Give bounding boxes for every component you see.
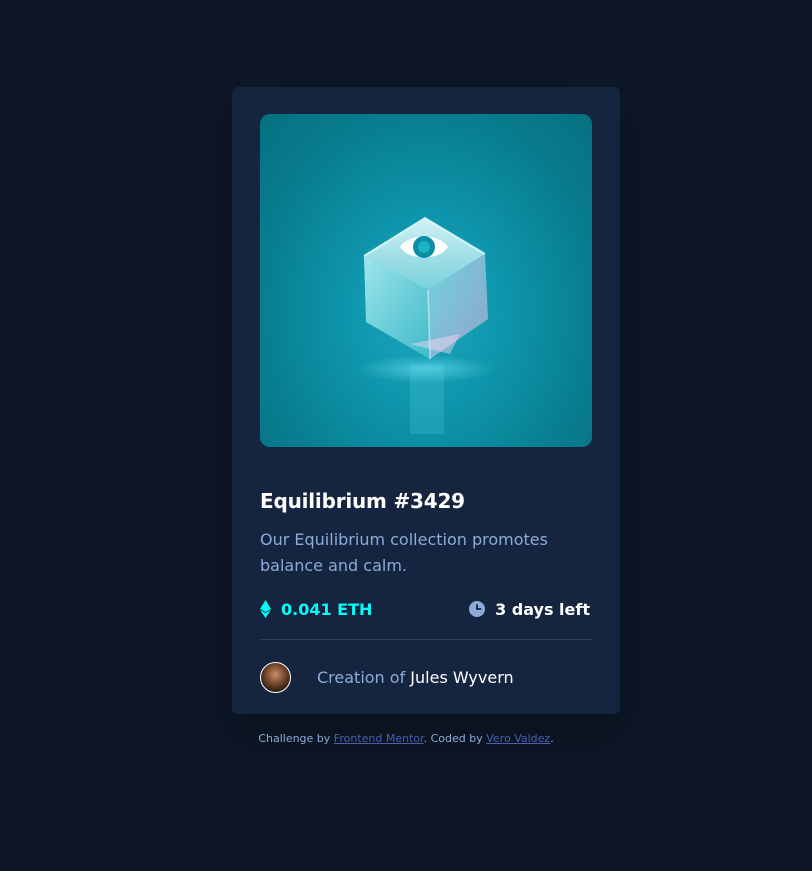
frontend-mentor-link[interactable]: Frontend Mentor	[334, 732, 424, 745]
attribution-middle: . Coded by	[423, 732, 483, 745]
avatar	[260, 662, 291, 693]
nft-title[interactable]: Equilibrium #3429	[260, 489, 465, 513]
ethereum-icon	[260, 600, 271, 618]
attribution-prefix: Challenge by	[258, 732, 331, 745]
nft-description: Our Equilibrium collection promotes bala…	[260, 530, 548, 575]
vero-valdez-link[interactable]: Vero Valdez	[486, 732, 550, 745]
clock-icon	[469, 601, 486, 617]
creator-text: Creation of Jules Wyvern	[317, 668, 514, 687]
divider	[260, 639, 592, 640]
attribution: Challenge by Frontend Mentor. Coded by V…	[0, 732, 812, 745]
nft-card: Equilibrium #3429 Our Equilibrium collec…	[232, 87, 620, 714]
creator-name-link[interactable]: Jules Wyvern	[410, 668, 513, 687]
nft-meta: 0.041 ETH 3 days left	[260, 597, 590, 621]
nft-image[interactable]	[260, 114, 592, 447]
creator-prefix: Creation of	[317, 668, 406, 687]
price-value: 0.041 ETH	[281, 599, 373, 619]
time-left-value: 3 days left	[495, 599, 590, 619]
creator: Creation of Jules Wyvern	[260, 662, 514, 693]
page: Equilibrium #3429 Our Equilibrium collec…	[0, 0, 812, 871]
eye-icon	[400, 235, 448, 258]
cube-illustration	[356, 216, 496, 434]
time-left: 3 days left	[469, 600, 590, 619]
attribution-suffix: .	[550, 732, 554, 745]
price: 0.041 ETH	[260, 600, 372, 619]
